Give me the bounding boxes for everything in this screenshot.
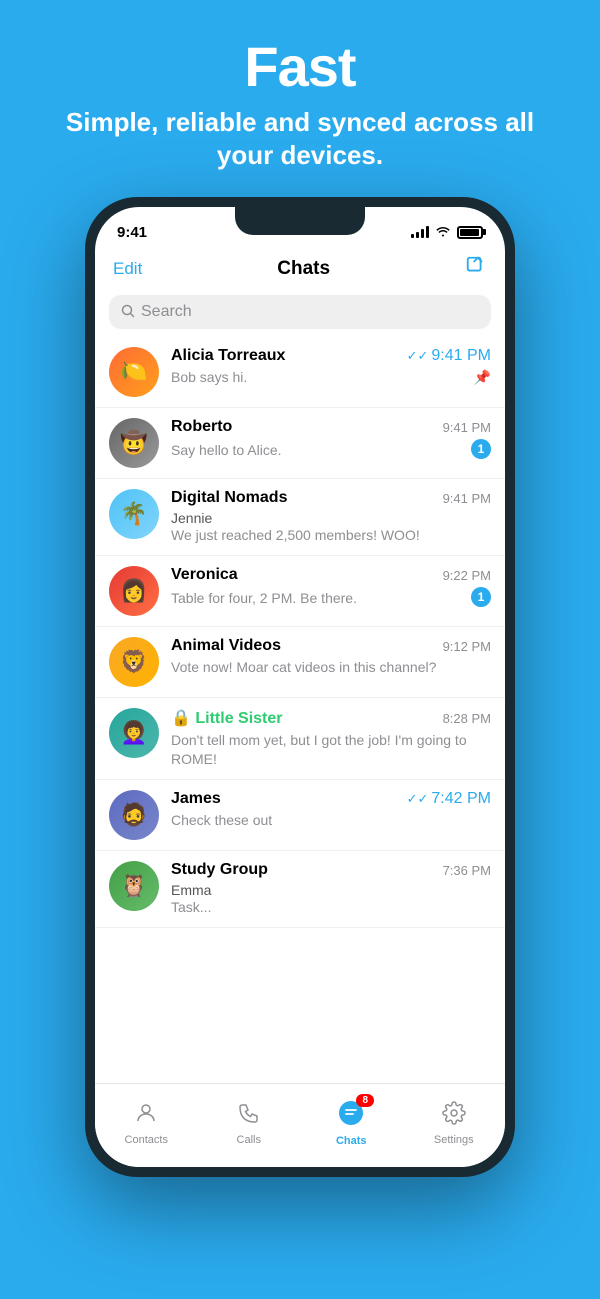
chat-item-veronica[interactable]: 👩 Veronica 9:22 PM Table for four, 2 PM.… [95, 556, 505, 627]
search-container: Search [95, 291, 505, 337]
chat-name-study: Study Group [171, 861, 268, 879]
chat-message-sister: Don't tell mom yet, but I got the job! I… [171, 732, 467, 767]
battery-icon [457, 226, 483, 239]
chat-message-roberto: Say hello to Alice. [171, 441, 282, 459]
chat-message-study: Task... [171, 899, 211, 915]
chat-content-roberto: Roberto 9:41 PM Say hello to Alice. 1 [171, 418, 491, 459]
chat-content-digital: Digital Nomads 9:41 PM Jennie We just re… [171, 489, 491, 545]
chat-name-digital: Digital Nomads [171, 489, 287, 507]
avatar-james: 🧔 [109, 790, 159, 840]
avatar-veronica: 👩 [109, 566, 159, 616]
chat-time-digital: 9:41 PM [443, 491, 491, 506]
wifi-icon [435, 225, 451, 240]
search-icon [121, 304, 135, 321]
status-time: 9:41 [117, 224, 147, 241]
compose-button[interactable] [465, 255, 487, 283]
chat-message-james: Check these out [171, 812, 272, 828]
tab-contacts-label: Contacts [125, 1134, 168, 1146]
badge-veronica: 1 [471, 587, 491, 607]
signal-bar-3 [421, 229, 424, 238]
chat-item-study[interactable]: 🦉 Study Group 7:36 PM Emma Task... [95, 851, 505, 928]
tab-calls[interactable]: Calls [198, 1092, 301, 1155]
chat-item-digital[interactable]: 🌴 Digital Nomads 9:41 PM Jennie We just … [95, 479, 505, 556]
avatar-digital: 🌴 [109, 489, 159, 539]
chat-content-alicia: Alicia Torreaux ✓✓ 9:41 PM Bob says hi. … [171, 347, 491, 386]
phone-container: 9:41 [0, 197, 600, 1177]
chat-item-roberto[interactable]: 🤠 Roberto 9:41 PM Say hello to Alice. 1 [95, 408, 505, 479]
signal-bar-1 [411, 234, 414, 238]
signal-bar-2 [416, 232, 419, 238]
chat-content-james: James ✓✓ 7:42 PM Check these out [171, 790, 491, 830]
tab-chats-wrapper: 8 [338, 1100, 364, 1132]
search-placeholder: Search [141, 303, 192, 321]
tab-settings[interactable]: Settings [403, 1092, 506, 1155]
calls-icon [237, 1101, 261, 1131]
contacts-icon [134, 1101, 158, 1131]
chat-item-animal[interactable]: 🦁 Animal Videos 9:12 PM Vote now! Moar c… [95, 627, 505, 698]
avatar-alicia: 🍋 [109, 347, 159, 397]
chat-content-sister: 🔒 Little Sister 8:28 PM Don't tell mom y… [171, 708, 491, 769]
tab-bar: Contacts Calls [95, 1083, 505, 1167]
notch [235, 207, 365, 235]
signal-bar-4 [426, 226, 429, 238]
chat-message-animal: Vote now! Moar cat videos in this channe… [171, 659, 436, 675]
tab-chats[interactable]: 8 Chats [300, 1092, 403, 1155]
lock-icon: 🔒 [171, 710, 191, 727]
chat-message-digital: We just reached 2,500 members! WOO! [171, 527, 420, 543]
chat-time-roberto: 9:41 PM [443, 420, 491, 435]
tab-chats-label: Chats [336, 1135, 367, 1147]
avatar-animal: 🦁 [109, 637, 159, 687]
chat-name-sister: 🔒 Little Sister [171, 708, 283, 728]
double-check-icon: ✓✓ [407, 348, 429, 364]
avatar-sister: 👩‍🦱 [109, 708, 159, 758]
tab-contacts[interactable]: Contacts [95, 1092, 198, 1155]
chat-item-alicia[interactable]: 🍋 Alicia Torreaux ✓✓ 9:41 PM Bob says hi… [95, 337, 505, 408]
chat-name-alicia: Alicia Torreaux [171, 347, 285, 365]
chat-sender-study: Emma [171, 882, 491, 898]
nav-title: Chats [277, 258, 330, 280]
status-icons [411, 225, 483, 240]
settings-icon [442, 1101, 466, 1131]
double-check-icon-james: ✓✓ [407, 791, 429, 807]
hero-section: Fast Simple, reliable and synced across … [0, 0, 600, 197]
chat-message-alicia: Bob says hi. [171, 368, 247, 386]
chat-time-alicia: ✓✓ 9:41 PM [407, 347, 491, 365]
edit-button[interactable]: Edit [113, 259, 142, 279]
chat-message-veronica: Table for four, 2 PM. Be there. [171, 589, 357, 607]
chat-list: 🍋 Alicia Torreaux ✓✓ 9:41 PM Bob says hi… [95, 337, 505, 1083]
avatar-roberto: 🤠 [109, 418, 159, 468]
chat-time-sister: 8:28 PM [443, 711, 491, 726]
chats-icon [338, 1106, 364, 1131]
chat-time-james: ✓✓ 7:42 PM [407, 790, 491, 808]
chat-name-james: James [171, 790, 221, 808]
hero-title: Fast [0, 36, 600, 98]
chats-badge: 8 [356, 1094, 374, 1107]
chat-content-veronica: Veronica 9:22 PM Table for four, 2 PM. B… [171, 566, 491, 607]
chat-name-veronica: Veronica [171, 566, 238, 584]
chat-item-sister[interactable]: 👩‍🦱 🔒 Little Sister 8:28 PM Don't tell m… [95, 698, 505, 780]
badge-roberto: 1 [471, 439, 491, 459]
chat-content-animal: Animal Videos 9:12 PM Vote now! Moar cat… [171, 637, 491, 677]
chat-time-study: 7:36 PM [443, 863, 491, 878]
battery-fill [460, 229, 479, 236]
chat-name-animal: Animal Videos [171, 637, 281, 655]
tab-settings-label: Settings [434, 1134, 474, 1146]
search-bar[interactable]: Search [109, 295, 491, 329]
tab-calls-label: Calls [237, 1134, 261, 1146]
phone-screen: 9:41 [95, 207, 505, 1167]
phone-frame: 9:41 [85, 197, 515, 1177]
nav-bar: Edit Chats [95, 251, 505, 291]
chat-item-james[interactable]: 🧔 James ✓✓ 7:42 PM Check these out [95, 780, 505, 851]
chat-content-study: Study Group 7:36 PM Emma Task... [171, 861, 491, 917]
chat-time-veronica: 9:22 PM [443, 568, 491, 583]
chat-sender-digital: Jennie [171, 510, 491, 526]
hero-subtitle: Simple, reliable and synced across all y… [0, 106, 600, 174]
chat-time-animal: 9:12 PM [443, 639, 491, 654]
chat-name-roberto: Roberto [171, 418, 232, 436]
pin-icon: 📌 [474, 369, 491, 386]
signal-bars-icon [411, 226, 429, 238]
avatar-study: 🦉 [109, 861, 159, 911]
